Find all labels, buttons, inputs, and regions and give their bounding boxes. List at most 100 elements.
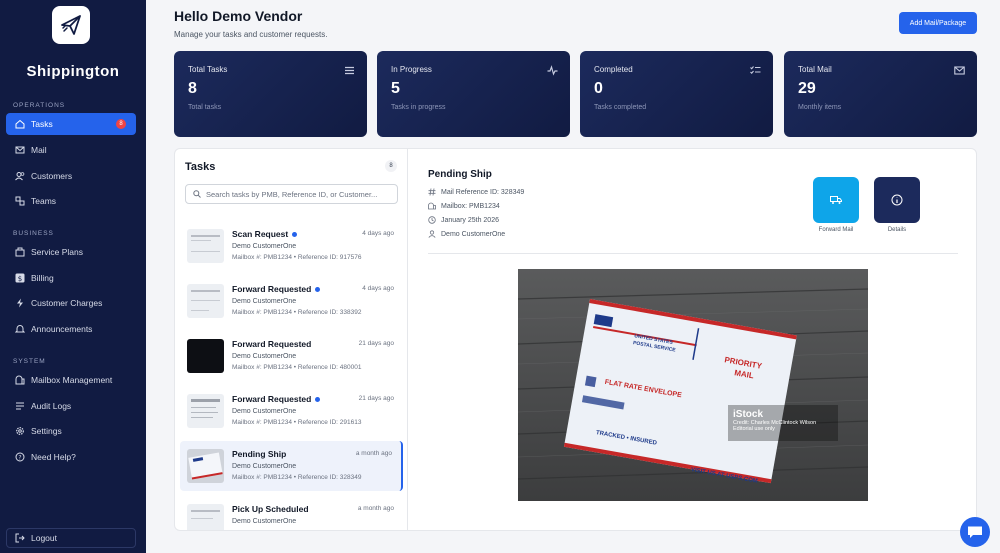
envelope-photo-drawing	[518, 269, 868, 501]
task-thumbnail	[187, 504, 224, 530]
activity-icon	[547, 65, 558, 76]
task-meta: Mailbox #: PMB1234 • Reference ID: 32834…	[232, 474, 362, 481]
plans-icon	[15, 247, 25, 257]
task-list-item-selected[interactable]: Pending Ship a month ago Demo CustomerOn…	[180, 441, 403, 491]
task-title: Forward Requested	[232, 339, 312, 349]
task-meta: Mailbox #: PMB1234 • Reference ID: 29161…	[232, 419, 362, 426]
task-thumbnail	[187, 229, 224, 263]
teams-icon	[15, 196, 25, 206]
task-thumbnail	[187, 449, 224, 483]
task-time: a month ago	[357, 505, 394, 512]
task-title: Forward Requested	[232, 394, 321, 404]
stat-value: 5	[391, 80, 400, 97]
sidebar-item-customer-charges[interactable]: Customer Charges	[6, 292, 136, 314]
sidebar-item-teams[interactable]: Teams	[6, 190, 136, 212]
sidebar-item-need-help[interactable]: ? Need Help?	[6, 446, 136, 468]
clock-icon	[428, 216, 436, 224]
detail-title: Pending Ship	[428, 169, 492, 180]
task-thumbnail	[187, 394, 224, 428]
detail-reference: Mail Reference ID: 328349	[428, 188, 524, 196]
unread-dot	[315, 286, 321, 292]
sidebar-item-service-plans[interactable]: Service Plans	[6, 241, 136, 263]
sidebar-item-label: Need Help?	[31, 452, 76, 462]
detail-date: January 25th 2026	[428, 216, 499, 224]
stat-title: Total Tasks	[188, 65, 228, 74]
sidebar-item-label: Mail	[31, 145, 47, 155]
stat-title: Completed	[594, 65, 633, 74]
task-count-badge: 8	[385, 160, 397, 172]
sidebar-item-mail[interactable]: Mail	[6, 139, 136, 161]
details-button[interactable]	[874, 177, 920, 223]
task-customer: Demo CustomerOne	[232, 463, 297, 470]
task-list-item[interactable]: Scan Request 4 days ago Demo CustomerOne…	[180, 221, 403, 271]
section-label-business: BUSINESS	[13, 230, 54, 237]
chat-icon	[968, 526, 982, 538]
task-time: 21 days ago	[358, 395, 394, 402]
task-list-item[interactable]: Forward Requested 4 days ago Demo Custom…	[180, 276, 403, 326]
paper-plane-icon	[61, 15, 81, 35]
sidebar-item-tasks[interactable]: Tasks 8	[6, 113, 136, 135]
task-list-item[interactable]: Pick Up Scheduled a month ago Demo Custo…	[180, 496, 403, 530]
sidebar-item-settings[interactable]: Settings	[6, 420, 136, 442]
task-title: Scan Request	[232, 229, 298, 239]
search-icon	[193, 190, 201, 198]
task-list-item[interactable]: Forward Requested 21 days ago Demo Custo…	[180, 386, 403, 436]
mailbox-icon	[428, 202, 436, 210]
task-list-item[interactable]: Forward Requested 21 days ago Demo Custo…	[180, 331, 403, 381]
page-title: Hello Demo Vendor	[174, 8, 303, 24]
mail-icon	[954, 66, 965, 75]
stat-card-completed: Completed 0 Tasks completed	[580, 51, 773, 137]
task-customer: Demo CustomerOne	[232, 408, 297, 415]
section-label-operations: OPERATIONS	[13, 102, 66, 109]
sidebar-item-label: Service Plans	[31, 247, 83, 257]
brand-name: Shippington	[26, 63, 120, 80]
task-title: Forward Requested	[232, 284, 321, 294]
stat-value: 8	[188, 80, 197, 97]
page-subtitle: Manage your tasks and customer requests.	[174, 30, 328, 39]
task-search[interactable]	[185, 184, 398, 204]
search-input[interactable]	[206, 189, 396, 199]
task-meta: Mailbox #: PMB1234 • Reference ID: 48000…	[232, 364, 362, 371]
mailbox-icon	[15, 375, 25, 385]
task-customer: Demo CustomerOne	[232, 353, 297, 360]
forward-mail-button[interactable]	[813, 177, 859, 223]
sidebar-item-mailbox-management[interactable]: Mailbox Management	[6, 369, 136, 391]
stat-subtitle: Total tasks	[188, 104, 222, 111]
stat-card-total-tasks: Total Tasks 8 Total tasks	[174, 51, 367, 137]
bell-icon	[15, 324, 25, 334]
sidebar-item-announcements[interactable]: Announcements	[6, 318, 136, 340]
task-time: a month ago	[355, 450, 392, 457]
mail-item-photo[interactable]: UNITED STATES POSTAL SERVICE PRIORITY MA…	[518, 269, 868, 501]
sidebar-item-label: Announcements	[31, 324, 93, 334]
task-list-title: Tasks	[185, 161, 216, 173]
stat-subtitle: Monthly items	[798, 104, 842, 111]
bolt-icon	[15, 298, 25, 308]
task-meta: Mailbox #: PMB1234 • Reference ID: 91757…	[232, 254, 362, 261]
sidebar-item-customers[interactable]: Customers	[6, 165, 136, 187]
forward-mail-label: Forward Mail	[818, 227, 854, 233]
chat-widget-button[interactable]	[960, 517, 990, 547]
svg-text:?: ?	[18, 454, 21, 461]
task-time: 4 days ago	[362, 230, 394, 237]
checklist-icon	[750, 66, 761, 75]
truck-icon	[830, 196, 842, 204]
help-icon: ?	[15, 452, 25, 462]
stat-value: 0	[594, 80, 603, 97]
sidebar-item-label: Audit Logs	[31, 401, 72, 411]
stat-subtitle: Tasks completed	[594, 104, 647, 111]
logout-button[interactable]: Logout	[6, 528, 136, 548]
sidebar-item-billing[interactable]: $ Billing	[6, 267, 136, 289]
task-thumbnail	[187, 284, 224, 318]
add-mail-package-button[interactable]: Add Mail/Package	[899, 12, 977, 34]
detail-divider	[428, 253, 958, 254]
sidebar-item-audit-logs[interactable]: Audit Logs	[6, 395, 136, 417]
mail-icon	[15, 145, 25, 155]
unread-dot	[315, 396, 321, 402]
logout-label: Logout	[31, 533, 57, 543]
brand-logo[interactable]	[52, 6, 90, 44]
task-time: 21 days ago	[358, 340, 394, 347]
sidebar: Shippington OPERATIONS Tasks 8 Mail Cust…	[0, 0, 146, 553]
sidebar-item-label: Teams	[31, 196, 57, 206]
task-customer: Demo CustomerOne	[232, 518, 297, 525]
task-title: Pending Ship	[232, 449, 287, 459]
